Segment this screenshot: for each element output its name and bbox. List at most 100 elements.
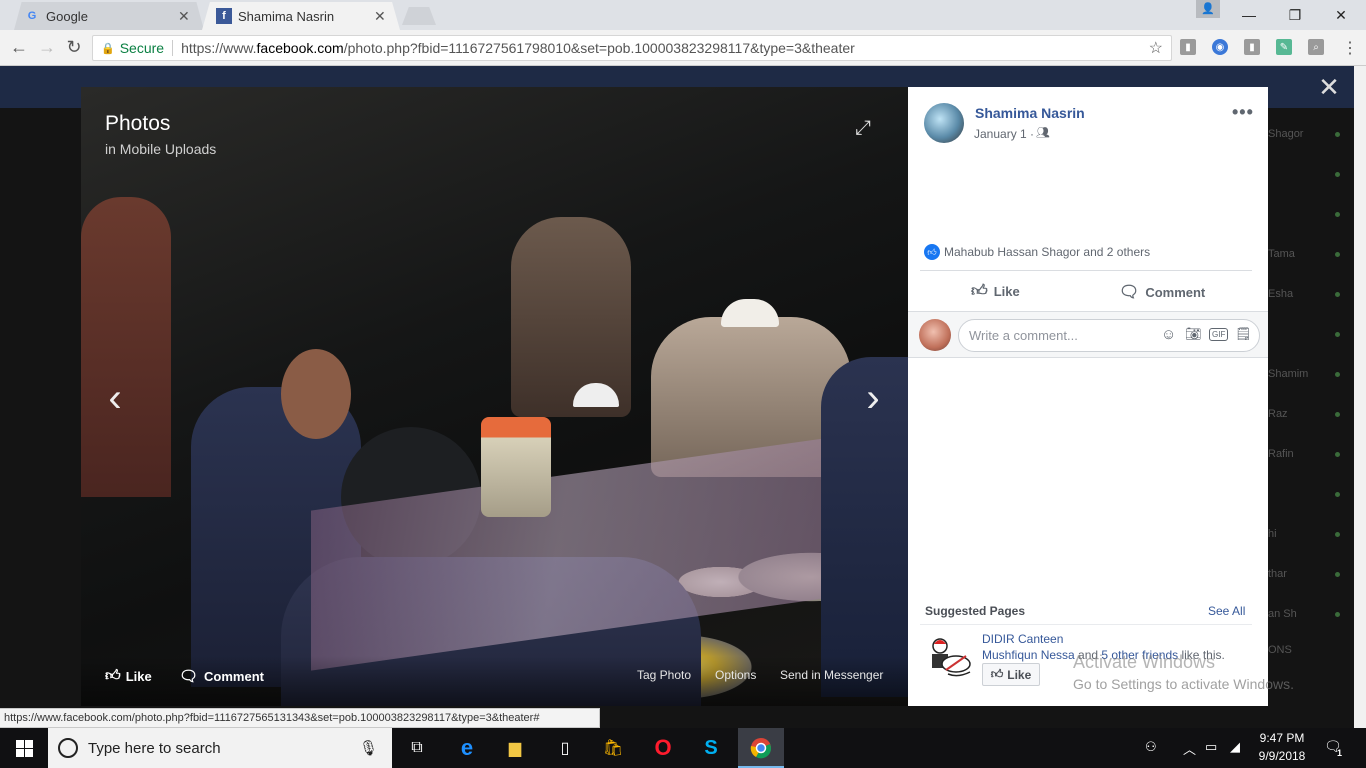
opera-icon[interactable]: O xyxy=(649,734,677,762)
reload-icon[interactable]: ↻ xyxy=(63,36,85,58)
chat-contact[interactable]: Shagor xyxy=(1268,128,1354,140)
comment-bubble-icon: 🗨︎ xyxy=(179,668,199,685)
post-comment-label: Comment xyxy=(1145,284,1206,300)
user-avatar[interactable] xyxy=(919,319,951,351)
close-icon[interactable]: ✕ xyxy=(178,8,190,25)
clock-time[interactable]: 9:47 PM xyxy=(1254,731,1310,745)
divider xyxy=(920,270,1252,271)
photo-image[interactable] xyxy=(81,87,908,706)
people-icon[interactable]: ⚇ xyxy=(1145,739,1157,755)
google-icon: G xyxy=(27,10,37,22)
tag-photo-link[interactable]: Tag Photo xyxy=(637,668,691,682)
close-icon[interactable]: ✕ xyxy=(374,8,386,25)
show-hidden-icons-chevron-icon[interactable]: ︿ xyxy=(1183,739,1196,758)
magnifier-extension-icon[interactable]: ⌕ xyxy=(1308,39,1324,55)
chat-contact[interactable]: an Sh xyxy=(1268,608,1354,620)
post-like-button[interactable]: 👍︎ Like xyxy=(971,282,1020,301)
taskbar-search-input[interactable]: Type here to search 🎙︎ xyxy=(48,728,392,768)
skype-icon[interactable]: S xyxy=(697,734,725,762)
camera-icon[interactable]: 📷︎ xyxy=(1185,326,1202,342)
photo-comment-label: Comment xyxy=(204,668,264,684)
menu-icon[interactable]: ⋮ xyxy=(1342,38,1358,58)
tab-shamima-nasrin[interactable]: f Shamima Nasrin ✕ xyxy=(202,2,400,30)
search-extension-icon[interactable]: ◉ xyxy=(1212,39,1228,55)
see-all-link[interactable]: See All xyxy=(1208,604,1245,618)
previous-photo-icon[interactable]: ‹ xyxy=(100,378,130,422)
reactions-summary[interactable]: 👍︎ Mahabub Hassan Shagor and 2 others xyxy=(924,244,1150,260)
document-icon[interactable]: ▯ xyxy=(551,734,579,762)
microphone-icon[interactable]: 🎙︎ xyxy=(359,739,378,757)
send-in-messenger-link[interactable]: Send in Messenger xyxy=(780,668,883,682)
close-theater-icon[interactable]: ✕ xyxy=(1316,74,1342,100)
sticker-icon[interactable]: 🗒︎ xyxy=(1235,326,1252,342)
tab-google[interactable]: G Google ✕ xyxy=(14,2,204,30)
chat-contact[interactable]: ONS xyxy=(1268,644,1354,656)
expand-icon[interactable]: ⤢ xyxy=(855,117,877,139)
options-link[interactable]: Options xyxy=(715,668,756,682)
chat-contact[interactable]: Esha xyxy=(1268,288,1354,300)
chat-contact[interactable]: Tama xyxy=(1268,248,1354,260)
divider xyxy=(920,624,1252,625)
page-scrollbar[interactable] xyxy=(1354,66,1366,728)
url-prefix: https://www. xyxy=(181,40,257,56)
owner-avatar[interactable] xyxy=(924,103,964,143)
facebook-icon: f xyxy=(216,8,232,24)
next-photo-icon[interactable]: › xyxy=(858,378,888,422)
activate-windows-subtext: Go to Settings to activate Windows. xyxy=(1073,676,1294,692)
battery-icon[interactable]: ▭ xyxy=(1205,739,1217,755)
photo-like-label: Like xyxy=(125,668,152,684)
window-close-button[interactable]: ✕ xyxy=(1318,0,1364,30)
post-date-link[interactable]: January 1 · xyxy=(974,127,1034,141)
more-options-icon[interactable]: ••• xyxy=(1232,102,1254,123)
extension-icon[interactable]: ✎ xyxy=(1276,39,1292,55)
edge-browser-icon[interactable]: e xyxy=(453,734,481,762)
tab-title: Google xyxy=(46,8,88,24)
secure-label: Secure xyxy=(119,40,165,56)
minimize-button[interactable]: — xyxy=(1226,0,1272,30)
friend-name-link[interactable]: Mushfiqun Nessa xyxy=(982,648,1075,662)
forward-arrow-icon[interactable]: → xyxy=(36,36,58,58)
chat-contact[interactable]: Raz xyxy=(1268,408,1354,420)
suggested-page-name[interactable]: DIDIR Canteen xyxy=(982,632,1063,646)
suggested-page-like-button[interactable]: 👍︎ Like xyxy=(982,663,1040,686)
gif-icon[interactable]: GIF xyxy=(1209,328,1229,341)
photo-like-button[interactable]: 👍︎ Like xyxy=(105,667,152,685)
photo-album-subtitle[interactable]: in Mobile Uploads xyxy=(105,141,216,157)
post-comment-button[interactable]: 🗨︎ Comment xyxy=(1119,282,1205,302)
thumbs-up-icon: 👍︎ xyxy=(105,667,121,684)
url-text[interactable]: https://www.facebook.com/photo.php?fbid=… xyxy=(181,40,855,56)
link-status-bar: https://www.facebook.com/photo.php?fbid=… xyxy=(0,708,600,728)
extension-icon[interactable]: ▮ xyxy=(1244,39,1260,55)
task-view-icon[interactable]: ⧉ xyxy=(403,734,431,762)
activate-windows-watermark: Activate Windows xyxy=(1073,652,1216,672)
chat-contact[interactable]: Rafin xyxy=(1268,448,1354,460)
chat-contact[interactable]: hi xyxy=(1268,528,1354,540)
chat-contact[interactable]: Shamim xyxy=(1268,368,1354,380)
file-explorer-icon[interactable]: ▆ xyxy=(501,734,529,762)
didir-canteen-logo-icon[interactable] xyxy=(926,634,974,680)
extension-icon[interactable]: ▮ xyxy=(1180,39,1196,55)
store-icon[interactable]: 🛍︎ xyxy=(599,734,627,762)
owner-name-link[interactable]: Shamima Nasrin xyxy=(975,105,1085,121)
like-reaction-icon: 👍︎ xyxy=(924,244,940,260)
windows-start-icon[interactable] xyxy=(0,728,48,768)
chrome-taskbar-button[interactable] xyxy=(738,728,784,768)
url-host: facebook.com xyxy=(256,40,344,56)
address-bar[interactable]: 🔒 Secure https://www.facebook.com/photo.… xyxy=(92,35,1172,61)
url-path: /photo.php?fbid=1116727561798010&set=pob… xyxy=(343,40,855,56)
emoji-icon[interactable]: ☺ xyxy=(1161,326,1176,343)
clock-date[interactable]: 9/9/2018 xyxy=(1254,749,1310,763)
network-icon[interactable]: ◢ xyxy=(1230,739,1240,755)
friends-audience-icon[interactable]: 👥︎ xyxy=(1036,126,1050,139)
profile-icon[interactable]: 👤 xyxy=(1196,0,1220,18)
thumbs-up-icon: 👍︎ xyxy=(990,667,1004,681)
photo-comment-button[interactable]: 🗨︎ Comment xyxy=(179,667,264,685)
maximize-button[interactable]: ❐ xyxy=(1272,0,1318,30)
cortana-circle-icon xyxy=(58,738,78,758)
secure-indicator[interactable]: 🔒 Secure xyxy=(101,40,174,56)
suggested-like-label: Like xyxy=(1007,667,1032,682)
notification-count: 1 xyxy=(1337,748,1343,758)
chat-contact[interactable]: thar xyxy=(1268,568,1354,580)
bookmark-star-icon[interactable]: ☆ xyxy=(1149,38,1163,58)
back-arrow-icon[interactable]: ← xyxy=(8,36,30,58)
